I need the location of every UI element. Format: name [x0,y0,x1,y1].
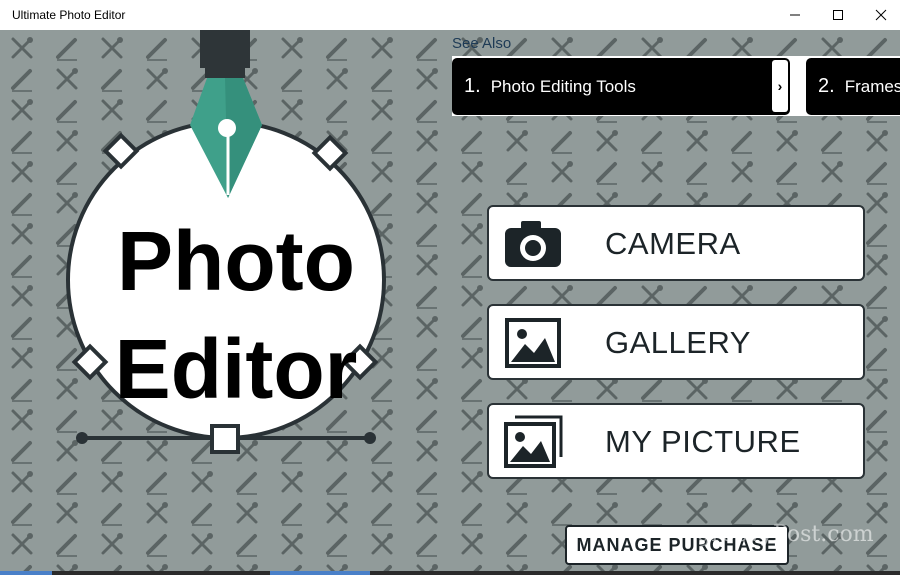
photo-editor-logo: Photo Editor [66,30,386,454]
my-picture-label: MY PICTURE [605,424,801,459]
taskbar-segment [270,571,370,575]
close-icon [875,9,886,21]
minimize-button[interactable] [772,0,817,30]
card-label: Frames [844,76,900,96]
gallery-label: GALLERY [605,325,751,360]
chevron-right-icon[interactable]: › [772,60,788,112]
minimize-icon [789,14,800,16]
camera-button[interactable]: CAMERA [487,205,865,281]
logo-text-line2: Editor [115,322,358,416]
images-icon [504,415,563,468]
manage-purchase-button[interactable]: MANAGE PURCHASE [565,525,789,565]
my-picture-button[interactable]: MY PICTURE [487,403,865,479]
camera-label: CAMERA [605,226,741,261]
taskbar-segment [0,571,52,575]
title-bar: Ultimate Photo Editor [0,0,900,30]
card-number: 1. [464,75,481,97]
maximize-icon [832,10,843,20]
gallery-button[interactable]: GALLERY [487,304,865,380]
image-icon [505,318,561,368]
taskbar-edge [0,571,900,575]
maximize-button[interactable] [815,0,860,30]
see-also-card-1[interactable]: 1. Photo Editing Tools › [452,58,790,115]
window-title: Ultimate Photo Editor [12,8,126,22]
see-also-card-2[interactable]: 2. Frames [806,58,900,115]
camera-icon [505,221,561,267]
logo-text-line1: Photo [117,214,355,308]
close-button[interactable] [858,0,900,30]
card-number: 2. [818,75,835,97]
card-label: Photo Editing Tools [490,76,636,96]
see-also-heading: See Also [452,35,512,52]
